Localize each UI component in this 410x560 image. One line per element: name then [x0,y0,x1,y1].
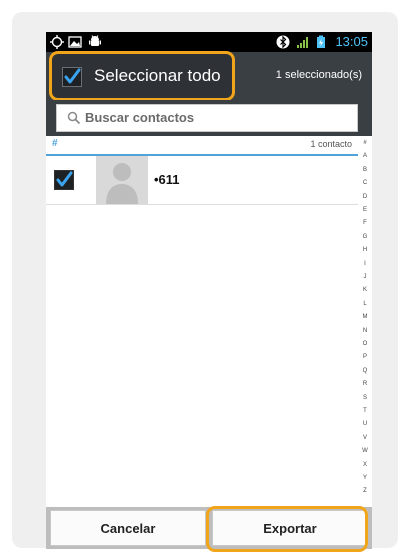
select-all-checkbox[interactable] [62,67,82,87]
alpha-index-item[interactable]: R [358,381,372,387]
phone-screen: 13:05 Seleccionar todo 1 seleccionado(s)… [46,32,372,550]
alpha-index-item[interactable]: U [358,421,372,427]
contact-name: •611 [154,172,180,187]
alpha-index-item[interactable]: B [358,167,372,173]
alpha-index-item[interactable]: G [358,234,372,240]
alpha-index-item[interactable]: K [358,287,372,293]
signal-icon [297,37,308,48]
alphabet-index[interactable]: # A B C D E F G H I J K L M N O P Q R S T U V W X Y Z [358,140,372,524]
bluetooth-icon [276,35,290,49]
alpha-index-item[interactable]: P [358,354,372,360]
alpha-index-item[interactable]: D [358,194,372,200]
bottom-bar: Cancelar Exportar [46,507,372,549]
checkmark-icon [56,171,73,187]
alpha-index-item[interactable]: L [358,301,372,307]
select-all-label: Seleccionar todo [94,66,221,85]
alpha-index-item[interactable]: S [358,395,372,401]
export-button[interactable]: Exportar [212,510,368,546]
alpha-index-item[interactable]: T [358,408,372,414]
alpha-index-item[interactable]: A [358,153,372,159]
cancel-button[interactable]: Cancelar [50,510,206,546]
search-box[interactable] [56,104,358,132]
image-icon [68,36,82,48]
alpha-index-item[interactable]: N [358,328,372,334]
alpha-index-item[interactable]: H [358,247,372,253]
section-letter: # [52,138,58,149]
avatar [96,156,148,204]
alpha-index-item[interactable]: V [358,435,372,441]
alpha-index-item[interactable]: J [358,274,372,280]
contact-count: 1 contacto [310,139,352,149]
contact-row[interactable]: •611 [46,156,358,205]
status-bar: 13:05 [46,32,372,52]
action-bar: Seleccionar todo 1 seleccionado(s) [46,52,372,100]
alpha-index-item[interactable]: X [358,462,372,468]
status-time: 13:05 [335,34,368,49]
alpha-index-item[interactable]: M [358,314,372,320]
battery-icon [317,35,325,48]
alpha-index-item[interactable]: Z [358,488,372,494]
alpha-index-item[interactable]: W [358,448,372,454]
alpha-index-item[interactable]: O [358,341,372,347]
alpha-index-item[interactable]: # [358,140,372,146]
search-icon [67,111,81,125]
section-header: # 1 contacto [46,138,358,156]
alpha-index-item[interactable]: E [358,207,372,213]
android-icon [89,35,101,46]
location-icon [50,35,64,49]
alpha-index-item[interactable]: Y [358,475,372,481]
alpha-index-item[interactable]: F [358,220,372,226]
selection-count: 1 seleccionado(s) [275,69,362,81]
alpha-index-item[interactable]: I [358,261,372,267]
alpha-index-item[interactable]: C [358,180,372,186]
search-input[interactable] [85,108,345,126]
select-all-button[interactable]: Seleccionar todo [52,54,232,98]
checkmark-icon [64,68,81,84]
contact-checkbox[interactable] [54,170,74,190]
alpha-index-item[interactable]: Q [358,368,372,374]
search-bar [46,100,372,136]
